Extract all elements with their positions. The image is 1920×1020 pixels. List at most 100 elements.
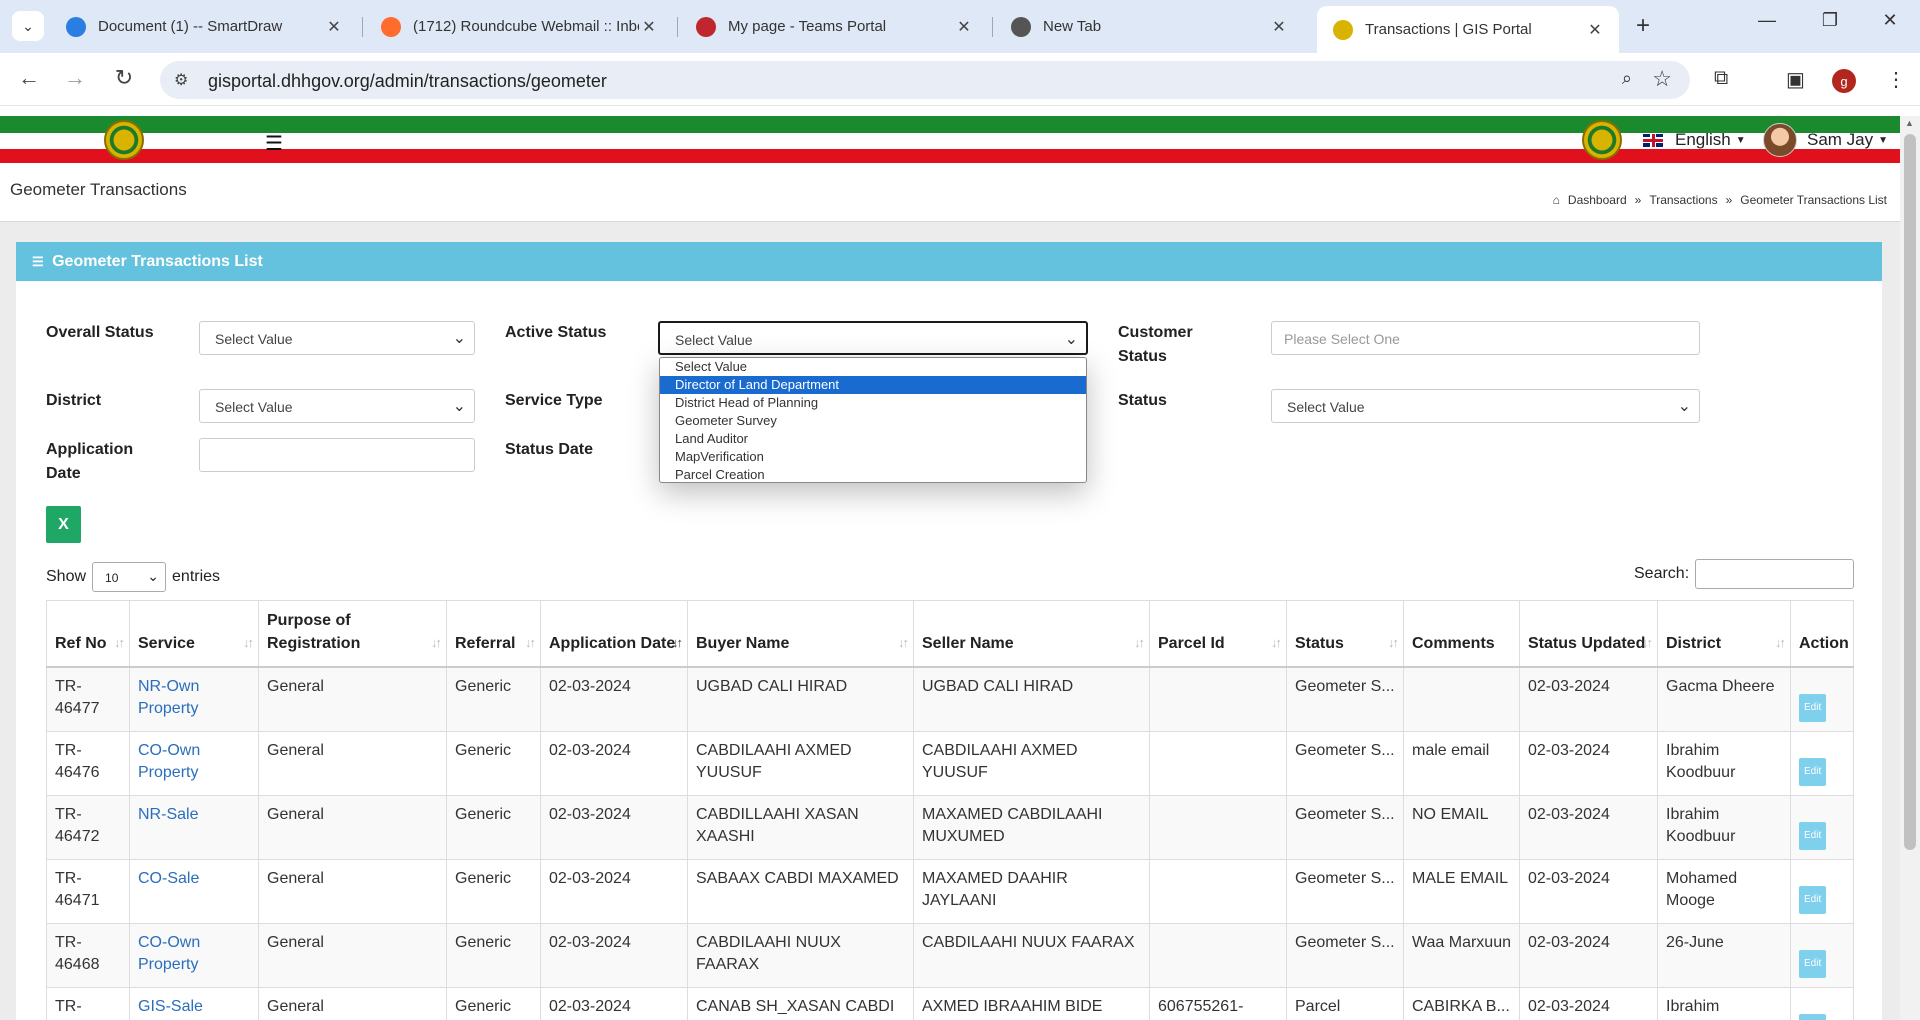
edit-button[interactable]: Edit — [1799, 1013, 1827, 1020]
service-link[interactable]: NR-Own Property — [138, 678, 199, 717]
sort-icon[interactable]: ↓↑ — [1271, 631, 1282, 654]
column-header[interactable]: Parcel Id ↓↑ — [1149, 600, 1287, 668]
column-header[interactable]: Service ↓↑ — [129, 600, 259, 668]
dropdown-option[interactable]: MapVerification — [660, 448, 1086, 466]
edit-button[interactable]: Edit — [1799, 885, 1827, 914]
close-tab-icon[interactable]: ✕ — [1269, 17, 1289, 37]
table-cell-purpose: General — [258, 922, 447, 988]
cell-text: 02-03-2024 — [1528, 997, 1610, 1015]
close-tab-icon[interactable]: ✕ — [324, 17, 344, 37]
column-header[interactable]: Status Updated ↓↑ — [1519, 600, 1658, 668]
dropdown-option[interactable]: District Head of Planning — [660, 394, 1086, 412]
forward-button[interactable]: → — [60, 65, 90, 91]
district-select[interactable]: Select Value ⌄ — [199, 389, 475, 423]
logo-emblem[interactable] — [104, 120, 144, 160]
column-header[interactable]: Seller Name ↓↑ — [913, 600, 1150, 668]
browser-tab[interactable]: (1712) Roundcube Webmail :: Inbox ✕ — [365, 8, 673, 45]
close-tab-icon[interactable]: ✕ — [639, 17, 659, 37]
service-link[interactable]: CO-Own Property — [138, 934, 200, 973]
menu-kebab-icon[interactable]: ⋮ — [1886, 67, 1906, 92]
cell-text: General — [267, 678, 324, 695]
browser-tab[interactable]: New Tab ✕ — [995, 8, 1303, 45]
sort-icon[interactable]: ↓↑ — [114, 631, 125, 654]
edit-button[interactable]: Edit — [1799, 949, 1827, 978]
sort-icon[interactable]: ↓↑ — [898, 631, 909, 654]
table-cell-ref: TR-46471 — [46, 858, 130, 924]
close-tab-icon[interactable]: ✕ — [954, 17, 974, 37]
edit-button[interactable]: Edit — [1799, 693, 1827, 722]
edit-button[interactable]: Edit — [1799, 757, 1827, 786]
dropdown-option[interactable]: Parcel Creation — [660, 466, 1086, 484]
reload-button[interactable]: ↻ — [109, 65, 139, 91]
scrollbar-thumb[interactable] — [1904, 134, 1916, 850]
table-cell-service: GIS-Sale — [129, 986, 259, 1020]
sort-icon[interactable]: ↓↑ — [525, 631, 536, 654]
url-text[interactable]: gisportal.dhhgov.org/admin/transactions/… — [208, 71, 607, 92]
breadcrumb-transactions[interactable]: Transactions — [1649, 193, 1717, 207]
overall-status-select[interactable]: Select Value ⌄ — [199, 321, 475, 355]
table-row: TR-46468 CO-Own Property General Generic 02-… — [46, 922, 1854, 988]
page-scrollbar[interactable]: ▲ — [1900, 116, 1920, 1020]
table-cell-seller: CABDILAAHI AXMED YUUSUF — [913, 730, 1150, 796]
column-header[interactable]: District ↓↑ — [1657, 600, 1791, 668]
side-panel-icon[interactable]: ▣ — [1786, 67, 1805, 92]
bookmark-star-icon[interactable]: ☆ — [1652, 66, 1672, 92]
zoom-icon[interactable]: ⌕ — [1622, 68, 1632, 89]
service-link[interactable]: CO-Own Property — [138, 742, 200, 781]
tab-search-button[interactable]: ⌄ — [12, 11, 44, 41]
status-select[interactable]: Select Value ⌄ — [1271, 389, 1700, 423]
back-button[interactable]: ← — [14, 65, 44, 91]
service-link[interactable]: NR-Sale — [138, 806, 198, 823]
excel-export-button[interactable]: X — [46, 506, 81, 543]
browser-tab[interactable]: Document (1) -- SmartDraw ✕ — [50, 8, 358, 45]
sort-icon[interactable]: ↓↑ — [1134, 631, 1145, 654]
cell-text: Generic — [455, 869, 512, 887]
restore-button[interactable]: ❐ — [1810, 10, 1850, 31]
sort-icon[interactable]: ↓↑ — [1388, 631, 1399, 654]
profile-avatar[interactable]: g — [1832, 69, 1856, 93]
sort-icon[interactable]: ↓↑ — [1642, 631, 1653, 654]
cell-text: CABIRKA B... — [1412, 997, 1510, 1015]
close-tab-icon[interactable]: ✕ — [1585, 20, 1605, 40]
site-info-icon[interactable]: ⚙ — [174, 70, 188, 90]
edit-button[interactable]: Edit — [1799, 821, 1827, 850]
column-header[interactable]: Application Date ↓↑ — [540, 600, 688, 668]
entries-select[interactable]: 10 ⌄ — [92, 562, 167, 592]
service-link[interactable]: CO-Sale — [138, 870, 199, 887]
service-link[interactable]: GIS-Sale — [138, 998, 203, 1015]
browser-tab[interactable]: My page - Teams Portal ✕ — [680, 8, 988, 45]
column-header[interactable]: Purpose of Registration ↓↑ — [258, 600, 447, 668]
customer-status-input[interactable]: Please Select One — [1271, 321, 1700, 355]
sort-icon[interactable]: ↓↑ — [431, 631, 442, 654]
list-icon: ☰ — [32, 254, 44, 269]
address-bar[interactable]: ⚙ gisportal.dhhgov.org/admin/transaction… — [160, 61, 1690, 99]
dropdown-option[interactable]: Land Auditor — [660, 430, 1086, 448]
dropdown-option[interactable]: Director of Land Department — [660, 376, 1086, 394]
active-status-select[interactable]: Select Value ⌄ — [658, 321, 1088, 355]
table-cell-buyer: CABDILAAHI AXMED YUUSUF — [687, 730, 914, 796]
cell-text: General — [267, 741, 324, 759]
language-selector[interactable]: English ▼ — [1643, 130, 1746, 150]
column-header[interactable]: Ref No ↓↑ — [46, 600, 130, 668]
minimize-button[interactable]: — — [1747, 10, 1787, 31]
header-stripe-white — [0, 133, 1920, 149]
search-input[interactable] — [1695, 559, 1855, 589]
dropdown-option[interactable]: Geometer Survey — [660, 412, 1086, 430]
close-window-button[interactable]: ✕ — [1870, 10, 1910, 31]
sort-icon[interactable]: ↓↑ — [1775, 631, 1786, 654]
extensions-icon[interactable]: ⧉ — [1714, 67, 1728, 90]
transactions-table: Ref No ↓↑ Service ↓↑ Purpose of Registration… — [46, 600, 1854, 1020]
application-date-input[interactable] — [199, 438, 475, 472]
browser-tab[interactable]: Transactions | GIS Portal ✕ — [1317, 6, 1619, 53]
hamburger-menu-icon[interactable]: ☰ — [265, 131, 283, 156]
column-header[interactable]: Buyer Name ↓↑ — [687, 600, 914, 668]
sort-icon[interactable]: ↓↑ — [243, 631, 254, 654]
breadcrumb-dashboard[interactable]: Dashboard — [1568, 193, 1627, 207]
scroll-up-icon[interactable]: ▲ — [1905, 118, 1914, 128]
sort-icon[interactable]: ↓↑ — [672, 631, 683, 654]
new-tab-button[interactable]: + — [1636, 12, 1650, 40]
dropdown-option[interactable]: Select Value — [660, 358, 1086, 376]
column-header[interactable]: Referral ↓↑ — [446, 600, 541, 668]
user-menu[interactable]: Sam Jay ▼ — [1763, 123, 1888, 157]
column-header[interactable]: Status ↓↑ — [1286, 600, 1404, 668]
